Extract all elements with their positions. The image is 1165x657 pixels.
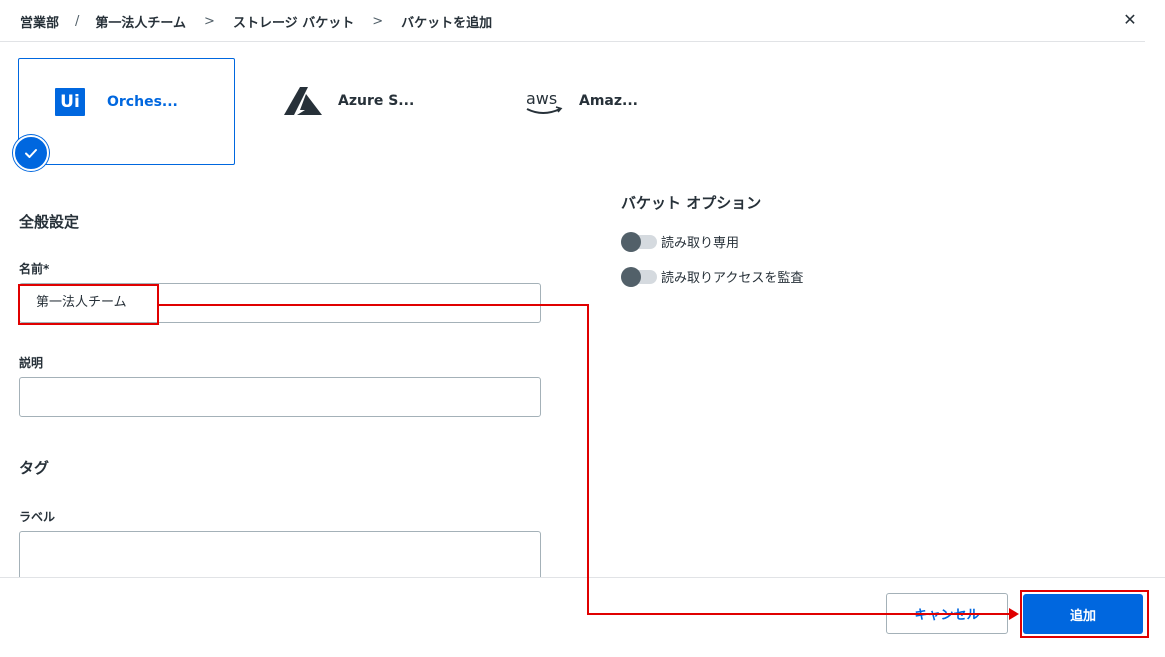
provider-label: Amaz... [579,93,638,109]
annotation-box-add [1020,590,1149,638]
header-bar: 営業部 / 第一法人チーム > ストレージ バケット > バケットを追加 [0,0,1145,42]
annotation-arrowhead [1009,608,1019,620]
general-settings-title: 全般設定 [19,213,80,231]
uipath-logo-icon: Ui [55,88,85,116]
toggle-switch[interactable] [621,231,657,252]
annotation-box-name [18,284,159,325]
azure-logo-icon [283,86,323,120]
toggle-knob [621,231,641,252]
toggle-knob [621,266,641,287]
breadcrumb: 営業部 / 第一法人チーム > ストレージ バケット > バケットを追加 [20,12,492,31]
tag-label-label: ラベル [19,510,56,524]
breadcrumb-item-folder[interactable]: 営業部 [20,12,59,31]
annotation-line [587,613,1011,615]
svg-text:aws: aws [526,89,557,108]
aws-logo-icon: aws [524,87,564,121]
breadcrumb-item-subfolder[interactable]: 第一法人チーム [95,12,186,31]
read-only-toggle[interactable]: 読み取り専用 [621,231,740,252]
breadcrumb-separator: / [75,14,80,29]
tag-label-input[interactable] [19,531,541,577]
name-label: 名前* [19,262,50,276]
breadcrumb-separator: > [372,14,384,29]
description-input[interactable] [19,377,541,417]
close-icon[interactable]: ✕ [1120,10,1140,30]
breadcrumb-separator: > [204,14,215,29]
read-only-label: 読み取り専用 [661,236,740,251]
footer-divider [0,577,1165,578]
add-bucket-page: 営業部 / 第一法人チーム > ストレージ バケット > バケットを追加 ✕ U… [0,0,1165,657]
annotation-line [159,304,588,306]
annotation-line [587,304,589,615]
breadcrumb-item-current: バケットを追加 [401,16,493,31]
audit-read-access-label: 読み取りアクセスを監査 [661,271,804,286]
breadcrumb-item-storage-buckets[interactable]: ストレージ バケット [233,12,354,31]
check-icon [13,135,49,171]
description-label: 説明 [19,356,44,370]
provider-label: Orches... [107,94,178,110]
tags-title: タグ [19,459,50,477]
toggle-switch[interactable] [621,266,657,287]
bucket-options-title: バケット オプション [621,194,762,212]
provider-label: Azure S... [338,93,415,109]
provider-card-aws[interactable]: aws Amaz... [524,58,704,165]
provider-card-orchestrator[interactable]: Ui Orches... [13,58,235,171]
audit-read-access-toggle[interactable]: 読み取りアクセスを監査 [621,266,804,287]
provider-card-azure[interactable]: Azure S... [283,58,463,165]
